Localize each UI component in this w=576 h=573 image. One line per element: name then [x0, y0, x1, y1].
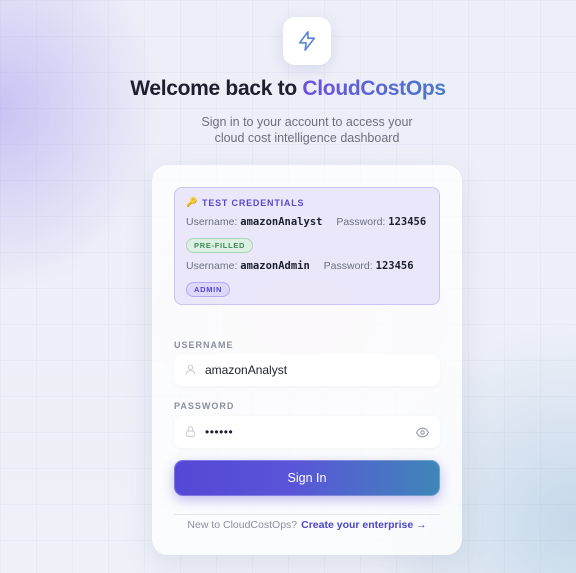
- brand-name: CloudCostOps: [302, 77, 446, 100]
- page-subtitle: Sign in to your account to access your c…: [201, 115, 413, 145]
- credential-password: 123456: [375, 260, 414, 272]
- eye-icon[interactable]: [416, 427, 429, 438]
- password-label: PASSWORD: [174, 401, 235, 411]
- password-input[interactable]: ••••••: [174, 416, 440, 448]
- credential-username: amazonAdmin: [240, 260, 310, 272]
- key-icon: 🔑: [186, 197, 199, 207]
- admin-badge: ADMIN: [186, 282, 231, 297]
- credential-row-analyst: Username: amazonAnalyst Password: 123456: [186, 216, 427, 228]
- credential-username: amazonAnalyst: [240, 216, 323, 228]
- credential-password: 123456: [388, 216, 427, 228]
- prefilled-badge: PRE-FILLED: [186, 238, 254, 253]
- test-credentials-panel: 🔑 TEST CREDENTIALS Username: amazonAnaly…: [174, 187, 440, 305]
- app-logo: [283, 17, 331, 65]
- username-label: USERNAME: [174, 340, 234, 350]
- credential-row-admin: Username: amazonAdmin Password: 123456: [186, 260, 414, 272]
- password-value: ••••••: [205, 425, 234, 439]
- user-icon: [185, 364, 196, 375]
- lock-icon: [186, 426, 195, 437]
- lightning-icon: [298, 31, 316, 51]
- create-enterprise-link[interactable]: Create your enterprise →: [301, 519, 426, 531]
- test-credentials-heading: 🔑 TEST CREDENTIALS: [186, 197, 305, 208]
- sign-in-button[interactable]: Sign In: [174, 460, 440, 496]
- username-value: amazonAnalyst: [205, 363, 288, 377]
- divider: [174, 514, 440, 515]
- username-input[interactable]: amazonAnalyst: [174, 354, 440, 386]
- login-card: 🔑 TEST CREDENTIALS Username: amazonAnaly…: [152, 165, 462, 555]
- signup-prompt: New to CloudCostOps? Create your enterpri…: [187, 519, 427, 531]
- page-title: Welcome back to CloudCostOps: [130, 77, 446, 100]
